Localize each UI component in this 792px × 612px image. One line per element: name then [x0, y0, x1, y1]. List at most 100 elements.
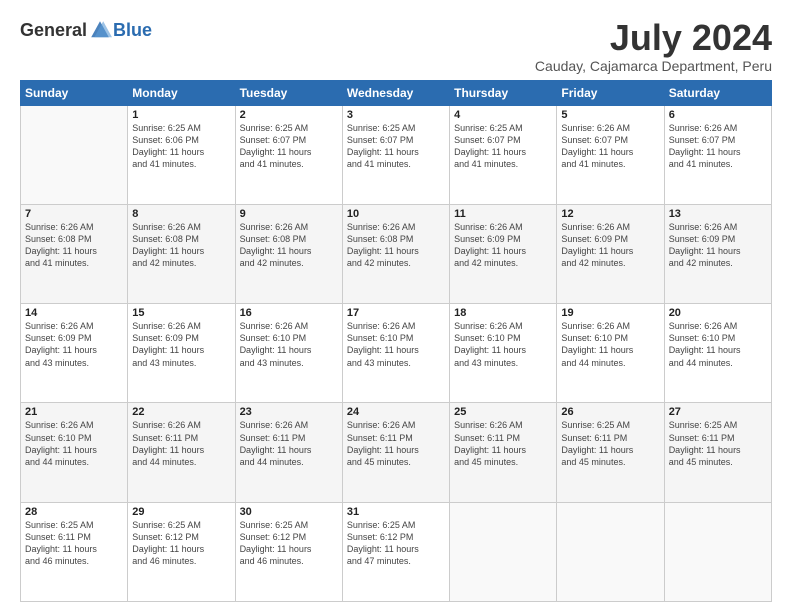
day-info: Sunrise: 6:26 AM Sunset: 6:11 PM Dayligh…	[347, 419, 445, 468]
day-cell: 22Sunrise: 6:26 AM Sunset: 6:11 PM Dayli…	[128, 403, 235, 502]
day-number: 14	[25, 307, 123, 319]
day-number: 20	[669, 307, 767, 319]
day-number: 8	[132, 208, 230, 220]
col-header-tuesday: Tuesday	[235, 80, 342, 105]
day-number: 22	[132, 406, 230, 418]
day-info: Sunrise: 6:26 AM Sunset: 6:09 PM Dayligh…	[561, 221, 659, 270]
day-info: Sunrise: 6:25 AM Sunset: 6:06 PM Dayligh…	[132, 122, 230, 171]
day-cell: 24Sunrise: 6:26 AM Sunset: 6:11 PM Dayli…	[342, 403, 449, 502]
day-info: Sunrise: 6:26 AM Sunset: 6:07 PM Dayligh…	[561, 122, 659, 171]
calendar-table: SundayMondayTuesdayWednesdayThursdayFrid…	[20, 80, 772, 602]
day-number: 31	[347, 506, 445, 518]
day-number: 19	[561, 307, 659, 319]
day-number: 4	[454, 109, 552, 121]
day-number: 6	[669, 109, 767, 121]
day-cell: 31Sunrise: 6:25 AM Sunset: 6:12 PM Dayli…	[342, 502, 449, 601]
day-cell: 9Sunrise: 6:26 AM Sunset: 6:08 PM Daylig…	[235, 204, 342, 303]
day-cell: 19Sunrise: 6:26 AM Sunset: 6:10 PM Dayli…	[557, 304, 664, 403]
day-cell: 16Sunrise: 6:26 AM Sunset: 6:10 PM Dayli…	[235, 304, 342, 403]
logo-general: General	[20, 20, 87, 41]
day-info: Sunrise: 6:25 AM Sunset: 6:11 PM Dayligh…	[669, 419, 767, 468]
day-cell: 8Sunrise: 6:26 AM Sunset: 6:08 PM Daylig…	[128, 204, 235, 303]
week-row-1: 1Sunrise: 6:25 AM Sunset: 6:06 PM Daylig…	[21, 105, 772, 204]
week-row-5: 28Sunrise: 6:25 AM Sunset: 6:11 PM Dayli…	[21, 502, 772, 601]
day-cell: 6Sunrise: 6:26 AM Sunset: 6:07 PM Daylig…	[664, 105, 771, 204]
day-info: Sunrise: 6:25 AM Sunset: 6:12 PM Dayligh…	[132, 519, 230, 568]
day-number: 3	[347, 109, 445, 121]
location: Cauday, Cajamarca Department, Peru	[535, 58, 772, 74]
day-info: Sunrise: 6:25 AM Sunset: 6:07 PM Dayligh…	[454, 122, 552, 171]
week-row-3: 14Sunrise: 6:26 AM Sunset: 6:09 PM Dayli…	[21, 304, 772, 403]
day-number: 18	[454, 307, 552, 319]
day-number: 27	[669, 406, 767, 418]
week-row-4: 21Sunrise: 6:26 AM Sunset: 6:10 PM Dayli…	[21, 403, 772, 502]
day-cell: 1Sunrise: 6:25 AM Sunset: 6:06 PM Daylig…	[128, 105, 235, 204]
col-header-saturday: Saturday	[664, 80, 771, 105]
logo: General Blue	[20, 18, 152, 42]
day-info: Sunrise: 6:25 AM Sunset: 6:11 PM Dayligh…	[561, 419, 659, 468]
day-number: 17	[347, 307, 445, 319]
day-cell: 23Sunrise: 6:26 AM Sunset: 6:11 PM Dayli…	[235, 403, 342, 502]
day-cell: 25Sunrise: 6:26 AM Sunset: 6:11 PM Dayli…	[450, 403, 557, 502]
day-info: Sunrise: 6:26 AM Sunset: 6:09 PM Dayligh…	[454, 221, 552, 270]
day-info: Sunrise: 6:26 AM Sunset: 6:10 PM Dayligh…	[347, 320, 445, 369]
day-number: 13	[669, 208, 767, 220]
day-cell	[450, 502, 557, 601]
day-cell: 18Sunrise: 6:26 AM Sunset: 6:10 PM Dayli…	[450, 304, 557, 403]
day-info: Sunrise: 6:25 AM Sunset: 6:07 PM Dayligh…	[240, 122, 338, 171]
day-info: Sunrise: 6:26 AM Sunset: 6:11 PM Dayligh…	[132, 419, 230, 468]
day-info: Sunrise: 6:26 AM Sunset: 6:09 PM Dayligh…	[132, 320, 230, 369]
day-cell: 26Sunrise: 6:25 AM Sunset: 6:11 PM Dayli…	[557, 403, 664, 502]
day-cell: 13Sunrise: 6:26 AM Sunset: 6:09 PM Dayli…	[664, 204, 771, 303]
month-title: July 2024	[535, 18, 772, 58]
week-row-2: 7Sunrise: 6:26 AM Sunset: 6:08 PM Daylig…	[21, 204, 772, 303]
day-cell: 20Sunrise: 6:26 AM Sunset: 6:10 PM Dayli…	[664, 304, 771, 403]
day-cell: 4Sunrise: 6:25 AM Sunset: 6:07 PM Daylig…	[450, 105, 557, 204]
day-number: 9	[240, 208, 338, 220]
day-cell: 29Sunrise: 6:25 AM Sunset: 6:12 PM Dayli…	[128, 502, 235, 601]
day-cell	[21, 105, 128, 204]
day-number: 28	[25, 506, 123, 518]
day-cell	[557, 502, 664, 601]
day-info: Sunrise: 6:26 AM Sunset: 6:10 PM Dayligh…	[25, 419, 123, 468]
day-info: Sunrise: 6:26 AM Sunset: 6:09 PM Dayligh…	[25, 320, 123, 369]
col-header-monday: Monday	[128, 80, 235, 105]
day-info: Sunrise: 6:26 AM Sunset: 6:07 PM Dayligh…	[669, 122, 767, 171]
day-number: 26	[561, 406, 659, 418]
day-number: 24	[347, 406, 445, 418]
day-cell: 2Sunrise: 6:25 AM Sunset: 6:07 PM Daylig…	[235, 105, 342, 204]
day-number: 5	[561, 109, 659, 121]
header-row: SundayMondayTuesdayWednesdayThursdayFrid…	[21, 80, 772, 105]
day-cell: 15Sunrise: 6:26 AM Sunset: 6:09 PM Dayli…	[128, 304, 235, 403]
title-area: July 2024 Cauday, Cajamarca Department, …	[535, 18, 772, 74]
day-info: Sunrise: 6:26 AM Sunset: 6:11 PM Dayligh…	[240, 419, 338, 468]
day-cell: 11Sunrise: 6:26 AM Sunset: 6:09 PM Dayli…	[450, 204, 557, 303]
day-info: Sunrise: 6:25 AM Sunset: 6:12 PM Dayligh…	[240, 519, 338, 568]
col-header-sunday: Sunday	[21, 80, 128, 105]
day-cell: 12Sunrise: 6:26 AM Sunset: 6:09 PM Dayli…	[557, 204, 664, 303]
day-cell: 21Sunrise: 6:26 AM Sunset: 6:10 PM Dayli…	[21, 403, 128, 502]
page: General Blue July 2024 Cauday, Cajamarca…	[0, 0, 792, 612]
day-number: 16	[240, 307, 338, 319]
day-number: 11	[454, 208, 552, 220]
col-header-thursday: Thursday	[450, 80, 557, 105]
day-cell: 3Sunrise: 6:25 AM Sunset: 6:07 PM Daylig…	[342, 105, 449, 204]
logo-blue: Blue	[113, 20, 152, 41]
day-cell: 7Sunrise: 6:26 AM Sunset: 6:08 PM Daylig…	[21, 204, 128, 303]
day-cell: 27Sunrise: 6:25 AM Sunset: 6:11 PM Dayli…	[664, 403, 771, 502]
day-cell: 30Sunrise: 6:25 AM Sunset: 6:12 PM Dayli…	[235, 502, 342, 601]
day-cell: 14Sunrise: 6:26 AM Sunset: 6:09 PM Dayli…	[21, 304, 128, 403]
day-number: 15	[132, 307, 230, 319]
day-info: Sunrise: 6:26 AM Sunset: 6:10 PM Dayligh…	[454, 320, 552, 369]
day-cell: 28Sunrise: 6:25 AM Sunset: 6:11 PM Dayli…	[21, 502, 128, 601]
header: General Blue July 2024 Cauday, Cajamarca…	[20, 18, 772, 74]
day-cell: 17Sunrise: 6:26 AM Sunset: 6:10 PM Dayli…	[342, 304, 449, 403]
day-number: 21	[25, 406, 123, 418]
day-info: Sunrise: 6:26 AM Sunset: 6:10 PM Dayligh…	[669, 320, 767, 369]
day-info: Sunrise: 6:26 AM Sunset: 6:10 PM Dayligh…	[561, 320, 659, 369]
day-number: 30	[240, 506, 338, 518]
day-number: 12	[561, 208, 659, 220]
day-info: Sunrise: 6:25 AM Sunset: 6:12 PM Dayligh…	[347, 519, 445, 568]
day-number: 25	[454, 406, 552, 418]
day-info: Sunrise: 6:26 AM Sunset: 6:08 PM Dayligh…	[25, 221, 123, 270]
